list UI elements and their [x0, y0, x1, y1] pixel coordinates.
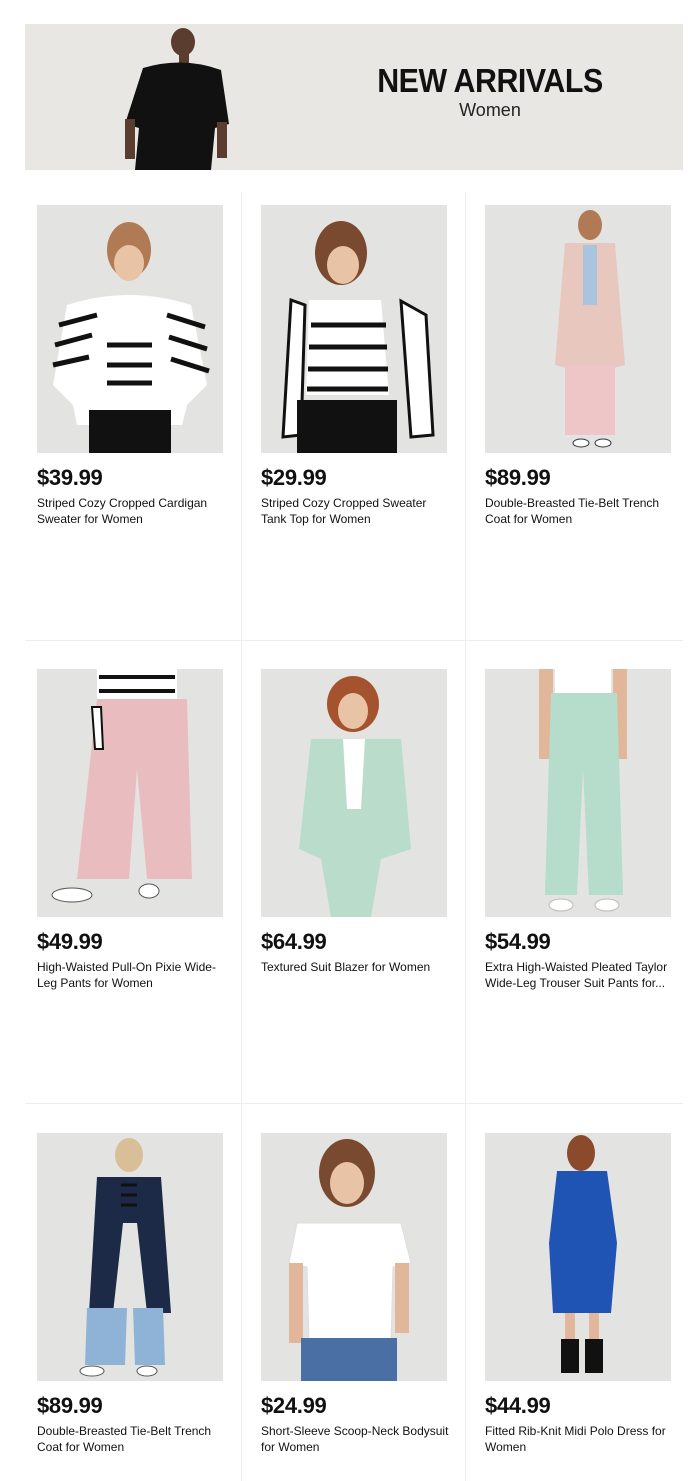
- grid-divider: [465, 192, 466, 1481]
- banner-model-image: [125, 28, 229, 170]
- product-card[interactable]: $24.99 Short-Sleeve Scoop-Neck Bodysuit …: [261, 1133, 449, 1455]
- product-image-white-bodysuit[interactable]: [261, 1133, 447, 1381]
- product-card[interactable]: $89.99 Double-Breasted Tie-Belt Trench C…: [485, 205, 673, 527]
- product-card[interactable]: $29.99 Striped Cozy Cropped Sweater Tank…: [261, 205, 449, 527]
- grid-divider: [25, 640, 683, 641]
- hero-banner[interactable]: NEW ARRIVALS Women: [25, 24, 683, 170]
- product-name[interactable]: Extra High-Waisted Pleated Taylor Wide-L…: [485, 959, 675, 991]
- product-price: $54.99: [485, 929, 551, 954]
- banner-title: NEW ARRIVALS: [377, 62, 603, 99]
- product-card[interactable]: $89.99 Double-Breasted Tie-Belt Trench C…: [37, 1133, 225, 1455]
- product-price: $89.99: [37, 1393, 103, 1418]
- product-name[interactable]: High-Waisted Pull-On Pixie Wide-Leg Pant…: [37, 959, 227, 991]
- product-name[interactable]: Short-Sleeve Scoop-Neck Bodysuit for Wom…: [261, 1423, 451, 1455]
- banner-text: NEW ARRIVALS Women: [355, 64, 625, 121]
- grid-divider: [25, 1103, 683, 1104]
- product-price: $64.99: [261, 929, 327, 954]
- product-image-mint-trousers[interactable]: [485, 669, 671, 917]
- product-image-navy-trench[interactable]: [37, 1133, 223, 1381]
- product-image-pink-pants[interactable]: [37, 669, 223, 917]
- product-card[interactable]: $39.99 Striped Cozy Cropped Cardigan Swe…: [37, 205, 225, 527]
- product-name[interactable]: Striped Cozy Cropped Sweater Tank Top fo…: [261, 495, 451, 527]
- product-name[interactable]: Double-Breasted Tie-Belt Trench Coat for…: [485, 495, 675, 527]
- banner-subtitle: Women: [459, 100, 521, 120]
- product-image-mint-blazer[interactable]: [261, 669, 447, 917]
- product-card[interactable]: $64.99 Textured Suit Blazer for Women: [261, 669, 449, 975]
- product-image-pink-trench[interactable]: [485, 205, 671, 453]
- product-card[interactable]: $54.99 Extra High-Waisted Pleated Taylor…: [485, 669, 673, 991]
- product-price: $49.99: [37, 929, 103, 954]
- product-name[interactable]: Double-Breasted Tie-Belt Trench Coat for…: [37, 1423, 227, 1455]
- product-image-striped-cardigan[interactable]: [37, 205, 223, 453]
- product-image-striped-tank[interactable]: [261, 205, 447, 453]
- product-price: $89.99: [485, 465, 551, 490]
- product-price: $24.99: [261, 1393, 327, 1418]
- product-name[interactable]: Textured Suit Blazer for Women: [261, 959, 451, 975]
- product-price: $39.99: [37, 465, 103, 490]
- product-card[interactable]: $49.99 High-Waisted Pull-On Pixie Wide-L…: [37, 669, 225, 991]
- product-name[interactable]: Fitted Rib-Knit Midi Polo Dress for Wome…: [485, 1423, 675, 1455]
- product-image-blue-polo-dress[interactable]: [485, 1133, 671, 1381]
- grid-divider: [241, 192, 242, 1481]
- product-price: $29.99: [261, 465, 327, 490]
- product-name[interactable]: Striped Cozy Cropped Cardigan Sweater fo…: [37, 495, 227, 527]
- product-price: $44.99: [485, 1393, 551, 1418]
- product-card[interactable]: $44.99 Fitted Rib-Knit Midi Polo Dress f…: [485, 1133, 673, 1455]
